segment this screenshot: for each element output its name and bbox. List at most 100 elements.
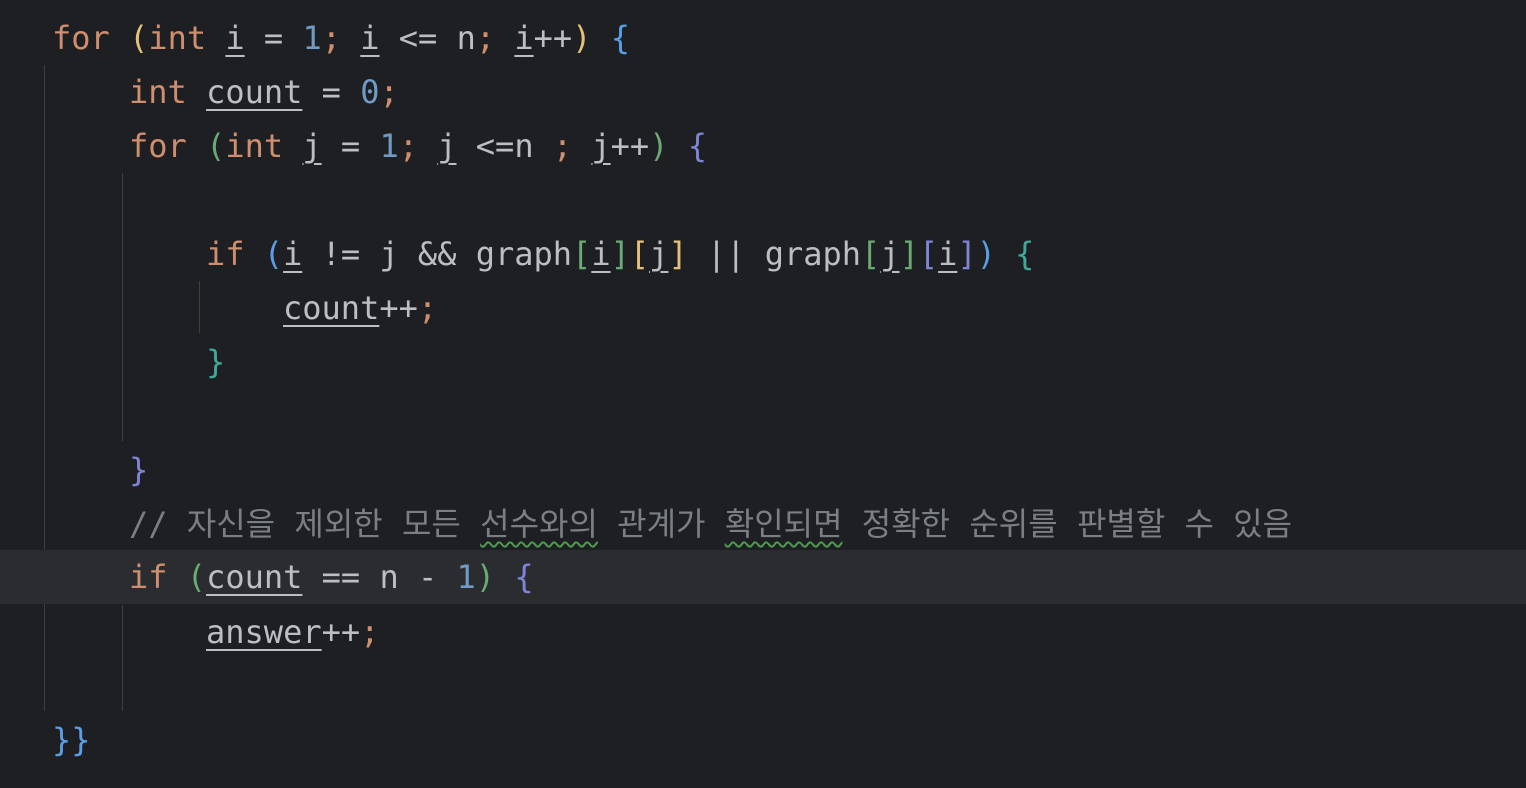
code-token: ( [129, 19, 149, 57]
code-token: { [514, 558, 534, 596]
code-token: ( [206, 127, 226, 165]
code-line[interactable]: } [0, 335, 1526, 389]
code-token: ; [417, 289, 438, 327]
code-token: } [129, 451, 149, 489]
code-token: }} [52, 721, 91, 759]
code-line[interactable] [0, 659, 1526, 713]
line-content: // 자신을 제외한 모든 선수와의 관계가 확인되면 정확한 순위를 판별할 … [129, 497, 1292, 551]
code-token: answer [206, 613, 322, 651]
code-token: count [206, 73, 303, 111]
code-line[interactable]: int count = 0; [0, 65, 1526, 119]
code-token: [ [629, 235, 650, 273]
code-token: ++ [379, 289, 418, 327]
code-token: [ [861, 235, 881, 273]
code-token: ; [475, 19, 496, 57]
code-token: if [129, 558, 168, 596]
line-content: } [206, 335, 225, 389]
code-token: [ [918, 235, 939, 273]
code-token: count [283, 289, 380, 327]
code-line[interactable]: // 자신을 제외한 모든 선수와의 관계가 확인되면 정확한 순위를 판별할 … [0, 497, 1526, 551]
code-token: // 자신을 제외한 모든 [129, 505, 481, 543]
code-token: j [302, 127, 322, 165]
code-token: if [206, 235, 245, 273]
code-token: count [206, 558, 303, 596]
code-editor[interactable]: for (int i = 1; i <= n; i++) { int count… [0, 0, 1526, 788]
line-content: }} [52, 713, 91, 767]
code-token: int [129, 73, 187, 111]
code-token: ) [475, 558, 496, 596]
code-token: 1 [456, 558, 476, 596]
code-token: j [437, 127, 457, 165]
code-token: i [514, 19, 534, 57]
code-line[interactable] [0, 173, 1526, 227]
code-token: ] [610, 235, 630, 273]
code-token: <=n [456, 127, 553, 165]
code-token: { [1015, 235, 1035, 273]
code-line[interactable]: }} [0, 713, 1526, 767]
code-token: j [649, 235, 669, 273]
code-token: = [244, 19, 303, 57]
line-content: } [129, 443, 148, 497]
code-token: ] [899, 235, 919, 273]
code-token: i [591, 235, 611, 273]
code-token: i [938, 235, 958, 273]
code-line[interactable]: for (int i = 1; i <= n; i++) { [0, 11, 1526, 65]
code-line[interactable]: for (int j = 1; j <=n ; j++) { [0, 119, 1526, 173]
code-token: ; [379, 73, 399, 111]
code-token: || graph [687, 235, 862, 273]
code-token: ; [360, 613, 380, 651]
code-token: 확인되면 [724, 505, 843, 543]
code-token: ++ [533, 19, 573, 57]
code-token: i [360, 19, 380, 57]
code-token: [ [572, 235, 592, 273]
code-token: i [225, 19, 245, 57]
code-token: for [52, 19, 110, 57]
code-token: i [283, 235, 303, 273]
code-line[interactable]: } [0, 443, 1526, 497]
code-token: = [302, 73, 361, 111]
code-token: ] [668, 235, 688, 273]
line-content: answer++; [206, 605, 379, 659]
code-token: for [129, 127, 187, 165]
code-token: == n - [302, 558, 457, 596]
code-line-current[interactable]: if (count == n - 1) { [0, 550, 1526, 604]
line-content: int count = 0; [129, 65, 399, 119]
code-token: 0 [360, 73, 380, 111]
code-token: } [206, 343, 226, 381]
code-token: 선수와의 [480, 505, 598, 543]
code-token: { [687, 127, 707, 165]
code-token: ] [957, 235, 977, 273]
code-line[interactable] [0, 389, 1526, 443]
code-line[interactable]: count++; [0, 281, 1526, 335]
code-token: ++ [610, 127, 650, 165]
code-line[interactable]: answer++; [0, 605, 1526, 659]
line-content: count++; [283, 281, 437, 335]
code-token: { [610, 19, 630, 57]
line-content: for (int i = 1; i <= n; i++) { [52, 11, 630, 65]
code-token: ) [572, 19, 592, 57]
code-token: j [880, 235, 900, 273]
code-token: 1 [302, 19, 322, 57]
line-content: if (i != j && graph[i][j] || graph[j][i]… [206, 227, 1034, 281]
code-line[interactable]: if (i != j && graph[i][j] || graph[j][i]… [0, 227, 1526, 281]
code-token: ( [263, 235, 284, 273]
line-content: for (int j = 1; j <=n ; j++) { [129, 119, 707, 173]
code-token: 1 [379, 127, 399, 165]
code-token: ; [552, 127, 573, 165]
code-token: ; [321, 19, 341, 57]
line-content: if (count == n - 1) { [129, 550, 534, 604]
code-token: ++ [321, 613, 361, 651]
code-token: <= n [379, 19, 476, 57]
